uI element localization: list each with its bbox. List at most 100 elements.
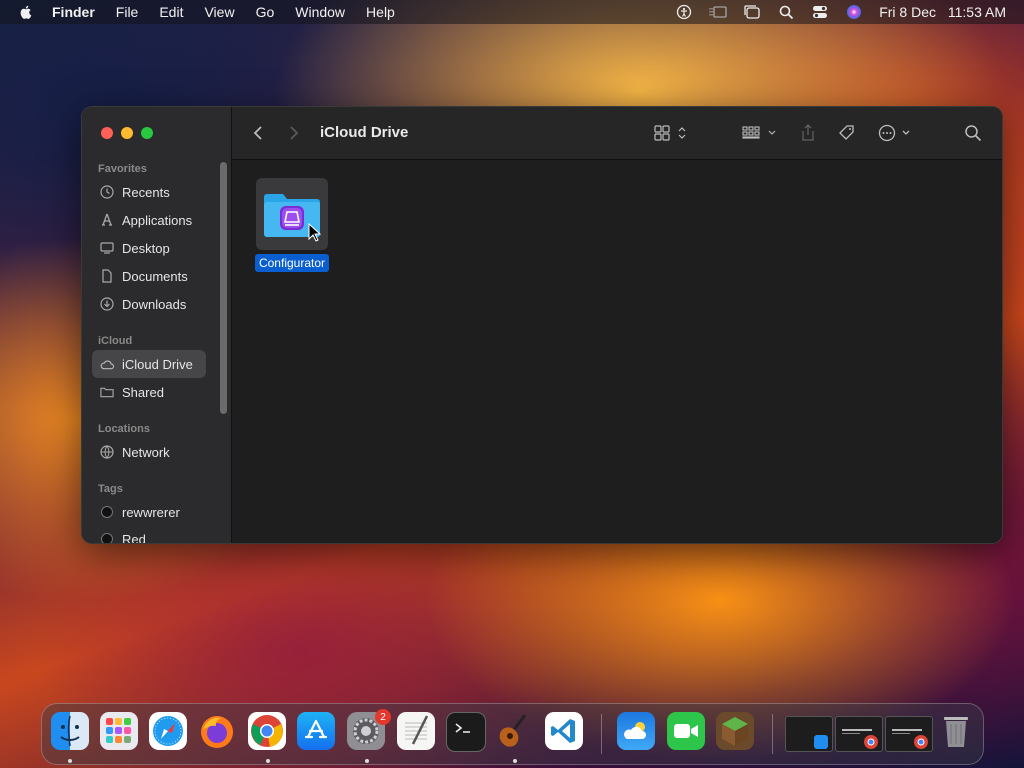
sidebar-item-tag-red[interactable]: Red	[92, 525, 206, 544]
search-icon[interactable]	[964, 123, 982, 143]
sidebar-section-icloud: iCloud	[98, 335, 133, 347]
group-by-button[interactable]	[742, 123, 780, 143]
file-name-label[interactable]: Configurator	[254, 254, 330, 272]
sidebar-section-tags: Tags	[98, 483, 123, 495]
dock-finder-icon[interactable]	[51, 712, 89, 750]
view-mode-button[interactable]	[654, 123, 690, 143]
notification-badge: 2	[375, 709, 391, 725]
sidebar-item-documents[interactable]: Documents	[92, 262, 206, 290]
menu-file[interactable]: File	[116, 4, 139, 20]
spotlight-search-icon[interactable]	[777, 3, 795, 21]
dock-weather-icon[interactable]	[617, 712, 655, 750]
dock-firefox-icon[interactable]	[198, 712, 236, 750]
dock-vscode-icon[interactable]	[545, 712, 583, 750]
sidebar-item-recents[interactable]: Recents	[92, 178, 206, 206]
globe-icon	[100, 445, 114, 459]
control-center-icon[interactable]	[811, 3, 829, 21]
running-indicator	[266, 759, 270, 763]
apple-menu-icon[interactable]	[18, 4, 34, 20]
sidebar-item-tag-rewwrerer[interactable]: rewwrerer	[92, 498, 206, 526]
sidebar-item-label: Desktop	[122, 240, 170, 256]
shared-folder-icon	[100, 385, 114, 399]
menu-clock[interactable]: Fri 8 Dec 11:53 AM	[879, 4, 1006, 20]
screen-mirroring-icon[interactable]	[709, 3, 727, 21]
sidebar-item-icloud-drive[interactable]: iCloud Drive	[92, 350, 206, 378]
dock: 2	[41, 703, 984, 765]
sidebar: Favorites Recents Applications Desktop D…	[82, 107, 232, 543]
sidebar-item-label: Recents	[122, 184, 170, 200]
sidebar-item-label: Applications	[122, 212, 193, 228]
dock-textedit-icon[interactable]	[397, 712, 435, 750]
sidebar-item-desktop[interactable]: Desktop	[92, 234, 206, 262]
window-title: iCloud Drive	[320, 124, 409, 141]
menu-time: 11:53 AM	[947, 4, 1006, 20]
sidebar-section-locations: Locations	[98, 423, 150, 435]
clock-icon	[100, 185, 114, 199]
dock-separator	[772, 714, 773, 754]
tag-icon[interactable]	[838, 123, 856, 143]
cloud-icon	[100, 357, 114, 371]
window-controls	[101, 127, 153, 139]
menu-go[interactable]: Go	[256, 4, 275, 20]
siri-icon[interactable]	[845, 3, 863, 21]
forward-button[interactable]	[288, 123, 300, 143]
finder-badge-icon	[814, 735, 828, 749]
toolbar: iCloud Drive	[232, 107, 1002, 160]
sidebar-item-label: iCloud Drive	[122, 356, 193, 372]
dock-garageband-icon[interactable]	[495, 712, 533, 750]
sidebar-item-applications[interactable]: Applications	[92, 206, 206, 234]
sidebar-item-label: Shared	[122, 384, 164, 400]
dock-minimized-window-terminal[interactable]	[785, 716, 833, 752]
sidebar-item-shared[interactable]: Shared	[92, 378, 206, 406]
sidebar-item-label: Network	[122, 444, 170, 460]
mouse-cursor-icon	[308, 223, 322, 242]
chrome-badge-icon	[864, 735, 878, 749]
stage-manager-icon[interactable]	[743, 3, 761, 21]
sidebar-section-favorites: Favorites	[98, 163, 147, 175]
dock-chrome-icon[interactable]	[248, 712, 286, 750]
sidebar-item-label: Documents	[122, 268, 188, 284]
sidebar-item-label: Downloads	[122, 296, 187, 312]
menu-help[interactable]: Help	[366, 4, 395, 20]
tag-color-dot	[100, 532, 114, 543]
close-window-button[interactable]	[101, 127, 113, 139]
menu-app-name[interactable]: Finder	[52, 4, 95, 20]
menu-bar: Finder File Edit View Go Window Help Fri…	[0, 0, 1024, 24]
dock-terminal-icon[interactable]	[446, 712, 486, 752]
tag-color-dot	[100, 505, 114, 519]
download-icon	[100, 297, 114, 311]
file-browser-content[interactable]: Configurator	[232, 160, 1002, 543]
running-indicator	[513, 759, 517, 763]
chrome-badge-icon	[914, 735, 928, 749]
sidebar-item-label: rewwrerer	[122, 504, 180, 520]
menu-view[interactable]: View	[204, 4, 234, 20]
sidebar-scrollbar[interactable]	[220, 162, 227, 414]
applications-icon	[100, 213, 114, 227]
dock-facetime-icon[interactable]	[667, 712, 705, 750]
dock-safari-icon[interactable]	[149, 712, 187, 750]
dock-minimized-window-chrome-1[interactable]	[835, 716, 883, 752]
menu-window[interactable]: Window	[295, 4, 345, 20]
dock-app-store-icon[interactable]	[297, 712, 335, 750]
dock-minimized-window-chrome-2[interactable]	[885, 716, 933, 752]
dock-minecraft-icon[interactable]	[716, 712, 754, 750]
running-indicator	[365, 759, 369, 763]
sidebar-item-label: Red	[122, 531, 146, 544]
dock-separator	[601, 714, 602, 754]
back-button[interactable]	[252, 123, 264, 143]
more-actions-button[interactable]	[878, 123, 914, 143]
dock-launchpad-icon[interactable]	[100, 712, 138, 750]
minimize-window-button[interactable]	[121, 127, 133, 139]
document-icon	[100, 269, 114, 283]
sidebar-item-network[interactable]: Network	[92, 438, 206, 466]
menu-edit[interactable]: Edit	[159, 4, 183, 20]
zoom-window-button[interactable]	[141, 127, 153, 139]
menu-date: Fri 8 Dec	[879, 4, 936, 20]
running-indicator	[68, 759, 72, 763]
desktop-icon	[100, 241, 114, 255]
finder-window: Favorites Recents Applications Desktop D…	[81, 106, 1003, 544]
sidebar-item-downloads[interactable]: Downloads	[92, 290, 206, 318]
share-icon[interactable]	[800, 123, 816, 143]
accessibility-icon[interactable]	[675, 3, 693, 21]
dock-trash-icon[interactable]	[937, 712, 975, 750]
